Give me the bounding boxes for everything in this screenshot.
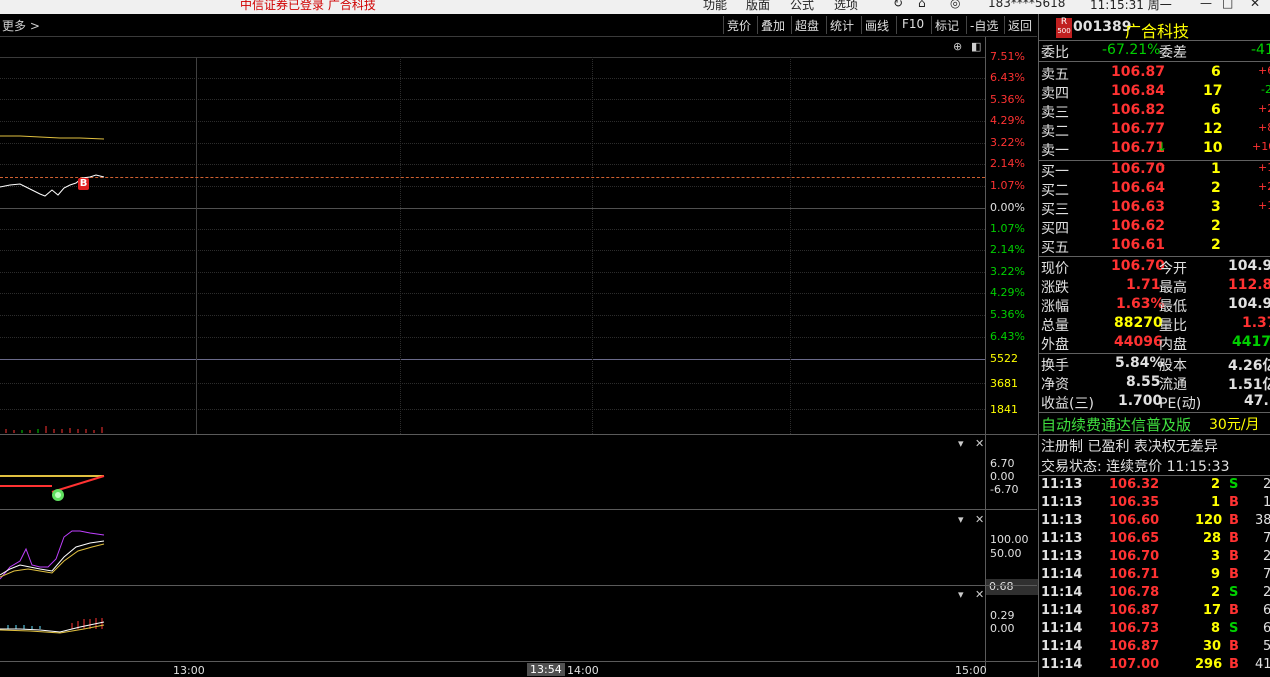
stat-row-eps: 收益(三) 1.700 PE(动) 47.1 (1041, 393, 1270, 412)
maximize-icon[interactable]: □ (1222, 0, 1233, 10)
indicator1-axis-label: -6.70 (990, 483, 1019, 496)
pct-axis-label: 2.14% (990, 157, 1025, 170)
quote-panel: R 500 001389 广合科技 委比 -67.21% 委差 -41 卖五 1… (1038, 14, 1270, 677)
pct-axis-label: 2.14% (990, 243, 1025, 256)
buy5-row[interactable]: 买五 106.61 2 (1039, 237, 1270, 256)
stock-code: 001389 (1073, 19, 1132, 35)
indicator1-chart (0, 475, 105, 501)
pct-axis-label: 0.00% (990, 201, 1025, 214)
tick-row: 11:13 106.65 28 B 7 (1041, 531, 1270, 546)
toolbar-f10-button[interactable]: F10 (902, 17, 924, 31)
time-axis-label: 15:00 (955, 664, 987, 677)
indicator2-chart (0, 530, 105, 580)
weibi-row: 委比 -67.21% 委差 -41 (1041, 42, 1270, 61)
rzrq-badge: R 500 (1056, 18, 1072, 38)
volume-axis-label: 5522 (990, 352, 1018, 365)
more-button[interactable]: 更多 > (2, 17, 40, 34)
toolbar-remove-watchlist-button[interactable]: -自选 (970, 17, 998, 34)
sell2-row[interactable]: 卖二 106.77 12 +8 (1039, 121, 1270, 140)
menu-layout[interactable]: 版面 (746, 0, 770, 13)
toolbar-superdisk-button[interactable]: 超盘 (795, 17, 819, 34)
promo-banner[interactable]: 自动续费通达信普及版 30元/月 (1039, 414, 1270, 434)
toolbar-overlay-button[interactable]: 叠加 (761, 17, 785, 34)
indicator2-axis-label: 100.00 (990, 533, 1029, 546)
phone-number: 183****5618 (988, 0, 1066, 10)
chart-area: ⊕ ◧ B 7.51% 6.43% 5.36% 4.29% 3.22% 2.14… (0, 37, 1040, 677)
indicator1-axis-label: 0.00 (990, 470, 1015, 483)
registration-info: 注册制 已盈利 表决权无差异 (1041, 439, 1218, 455)
pct-axis-label: 1.07% (990, 222, 1025, 235)
time-axis-label: 13:00 (173, 664, 205, 677)
tick-row: 11:13 106.35 1 B 1 (1041, 495, 1270, 510)
price-chart (0, 135, 105, 433)
trade-status: 交易状态: 连续竞价 11:15:33 (1041, 459, 1230, 475)
stat-row-volume: 总量 88270 量比 1.37 (1041, 315, 1270, 334)
pct-axis-label: 6.43% (990, 330, 1025, 343)
sell1-row[interactable]: 卖一 106.71 ↓ 10 +10 (1039, 140, 1270, 159)
chat-icon[interactable]: ◎ (950, 0, 960, 10)
toolbar-auction-button[interactable]: 竞价 (727, 17, 751, 34)
indicator2-current-value: 0.68 (986, 579, 1040, 595)
indicator3-chart (0, 618, 105, 634)
volume-axis-label: 1841 (990, 403, 1018, 416)
up-arrow-icon: ↑ (1157, 161, 1168, 175)
minimize-icon[interactable]: — (1200, 0, 1212, 10)
menu-formula[interactable]: 公式 (790, 0, 814, 13)
toolbar-mark-button[interactable]: 标记 (935, 17, 959, 34)
sell3-row[interactable]: 卖三 106.82 6 +2 (1039, 102, 1270, 121)
window-title: 中信证券已登录 广合科技 (240, 0, 376, 12)
stat-row-netasset: 净资 8.55 流通 1.51亿 (1041, 374, 1270, 393)
indicator3-axis-label: 0.00 (990, 622, 1015, 635)
pct-axis-label: 6.43% (990, 71, 1025, 84)
lock-icon[interactable]: ⌂ (918, 0, 926, 10)
toolbar-back-button[interactable]: 返回 (1008, 17, 1032, 34)
tick-row: 11:14 106.87 30 B 5 (1041, 639, 1270, 654)
buy3-row[interactable]: 买三 106.63 3 +1 (1039, 199, 1270, 218)
tick-row: 11:14 106.71 9 B 7 (1041, 567, 1270, 582)
buy2-row[interactable]: 买二 106.64 2 +2 (1039, 180, 1270, 199)
stat-row-outer-inner: 外盘 44096 内盘 44174 (1041, 334, 1270, 353)
stat-row-pct: 涨幅 1.63% 最低 104.99 (1041, 296, 1270, 315)
sell5-row[interactable]: 卖五 106.87 6 +6 (1039, 64, 1270, 83)
pct-axis-label: 4.29% (990, 286, 1025, 299)
buy-marker[interactable]: B (78, 178, 89, 190)
indicator2-axis-label: 50.00 (990, 547, 1022, 560)
buy1-row[interactable]: 买一 106.70 ↑ 1 +1 (1039, 161, 1270, 180)
tick-row: 11:14 106.73 8 S 6 (1041, 621, 1270, 636)
indicator3-axis-label: 0.29 (990, 609, 1015, 622)
pct-axis-label: 3.22% (990, 265, 1025, 278)
pct-axis-label: 3.22% (990, 136, 1025, 149)
crosshair-time-label: 13:54 (527, 663, 565, 676)
title-bar: 中信证券已登录 广合科技 功能 版面 公式 选项 ↻ ⌂ ◎ 183****56… (0, 0, 1270, 14)
chart-toolbar: 更多 > 竞价 叠加 超盘 统计 画线 F10 标记 -自选 返回 (0, 14, 1037, 37)
tick-row: 11:13 106.60 120 B 38 (1041, 513, 1270, 528)
sell4-row[interactable]: 卖四 106.84 17 -2 (1039, 83, 1270, 102)
volume-axis-label: 3681 (990, 377, 1018, 390)
toolbar-draw-button[interactable]: 画线 (865, 17, 889, 34)
indicator1-axis-label: 6.70 (990, 457, 1015, 470)
time-axis-label: 14:00 (567, 664, 599, 677)
tick-row: 11:14 107.00 296 B 41 (1041, 657, 1270, 672)
pct-axis-label: 5.36% (990, 93, 1025, 106)
stat-row-price: 现价 106.70 今开 104.99 (1041, 258, 1270, 277)
buy4-row[interactable]: 买四 106.62 2 (1039, 218, 1270, 237)
stat-row-turnover: 换手 5.84% 股本 4.26亿 (1041, 355, 1270, 374)
pct-axis-label: 7.51% (990, 50, 1025, 63)
tick-row: 11:14 106.78 2 S 2 (1041, 585, 1270, 600)
stock-name: 广合科技 (1125, 22, 1190, 41)
clock: 11:15:31 周一 (1090, 0, 1172, 12)
tick-row: 11:14 106.87 17 B 6 (1041, 603, 1270, 618)
menu-function[interactable]: 功能 (703, 0, 727, 13)
down-arrow-icon: ↓ (1157, 140, 1168, 154)
refresh-icon[interactable]: ↻ (893, 0, 903, 10)
close-icon[interactable]: ✕ (1250, 0, 1260, 10)
menu-options[interactable]: 选项 (834, 0, 858, 13)
pct-axis-label: 1.07% (990, 179, 1025, 192)
stat-row-change: 涨跌 1.71 最高 112.87 (1041, 277, 1270, 296)
tick-row: 11:13 106.70 3 B 2 (1041, 549, 1270, 564)
tick-row: 11:13 106.32 2 S 2 (1041, 477, 1270, 492)
toolbar-stats-button[interactable]: 统计 (830, 17, 854, 34)
pct-axis-label: 5.36% (990, 308, 1025, 321)
pct-axis-label: 4.29% (990, 114, 1025, 127)
